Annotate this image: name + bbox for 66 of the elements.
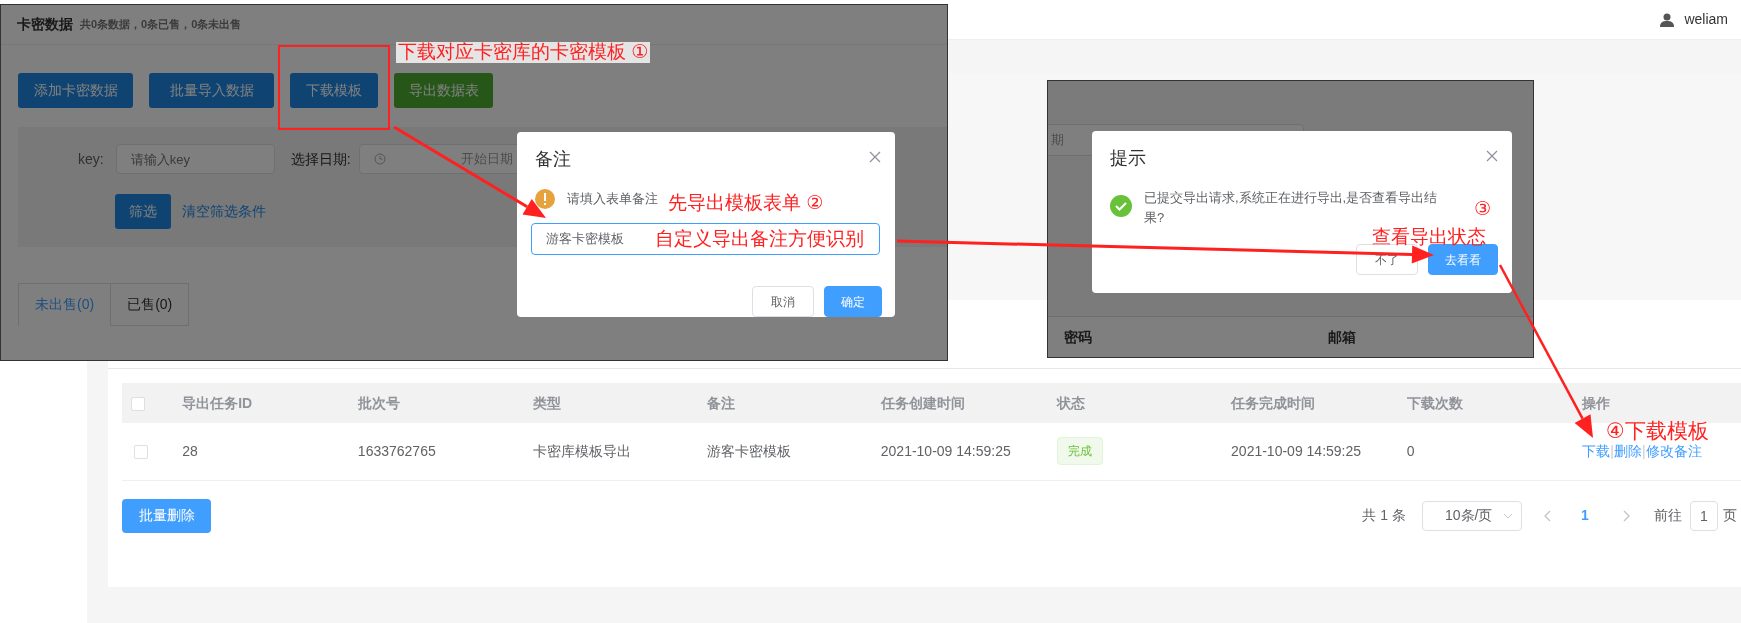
- previous-page-icon[interactable]: [1544, 509, 1552, 522]
- action-link[interactable]: 下载: [1582, 442, 1611, 459]
- table-cell: 0: [1406, 442, 1415, 459]
- dialog-title: 提示: [1110, 147, 1146, 170]
- column-header: 密码: [1064, 328, 1092, 347]
- select-all-checkbox[interactable]: [131, 396, 145, 411]
- table-cell: 2021-10-09 14:59:25: [880, 442, 1011, 459]
- dialog-title: 备注: [535, 148, 571, 171]
- field-label: key:: [78, 149, 104, 169]
- dialog-message: 已提交导出请求,系统正在进行导出,是否查看导出结果?: [1144, 189, 1439, 227]
- panel-summary: 共0条数据，0条已售，0条未出售: [80, 17, 242, 33]
- goto-suffix: 页: [1723, 506, 1737, 525]
- column-header: 任务完成时间: [1231, 394, 1316, 411]
- annotation-text: ③: [1474, 199, 1492, 220]
- separator: |: [1610, 442, 1614, 459]
- table-cell: 2021-10-09 14:59:25: [1231, 442, 1362, 459]
- field-label: 选择日期:: [290, 149, 351, 169]
- clear-filter-link[interactable]: 清空筛选条件: [182, 201, 266, 222]
- column-header: 导出任务ID: [182, 394, 253, 411]
- column-header: 类型: [532, 394, 561, 411]
- column-header: 下载次数: [1406, 394, 1463, 411]
- toolbar-button[interactable]: 下载模板: [290, 73, 378, 108]
- page-input[interactable]: 1: [1690, 500, 1718, 531]
- key-field[interactable]: 请输入key: [115, 144, 275, 174]
- column-header: 批次号: [357, 394, 400, 411]
- row-checkbox[interactable]: [134, 445, 148, 460]
- close-icon: [1486, 150, 1498, 163]
- column-header: 邮箱: [1328, 328, 1356, 347]
- clock-icon: [373, 153, 386, 165]
- close-icon: [869, 151, 881, 164]
- user-name[interactable]: weliam: [1684, 9, 1728, 30]
- page-number[interactable]: 1: [1570, 505, 1600, 526]
- confirm-button[interactable]: 确定: [824, 286, 882, 317]
- toolbar-button[interactable]: 添加卡密数据: [18, 73, 133, 108]
- chevron-icon: [1503, 512, 1513, 519]
- column-header: 备注: [707, 394, 736, 411]
- filter-button[interactable]: 筛选: [115, 194, 171, 229]
- panel-title: 卡密数据: [17, 15, 73, 34]
- annotation-text: 自定义导出备注方便识别: [655, 229, 864, 250]
- goto-label: 前往: [1654, 506, 1682, 525]
- column-header: 任务创建时间: [880, 394, 965, 411]
- batch-delete-button[interactable]: 批量删除: [122, 498, 211, 533]
- warning-icon: [535, 189, 555, 209]
- table-cell: 游客卡密模板: [707, 442, 792, 459]
- annotation-text: 下载对应卡密库的卡密模板 ①: [396, 42, 651, 63]
- next-page-icon[interactable]: [1622, 509, 1630, 522]
- cancel-button[interactable]: 取消: [752, 286, 814, 317]
- success-icon: [1110, 195, 1132, 217]
- total-count: 共 1 条: [1362, 506, 1406, 525]
- column-header: 状态: [1057, 394, 1086, 411]
- annotation-text: ④下载模板: [1606, 419, 1709, 443]
- action-link[interactable]: 删除: [1614, 442, 1642, 459]
- user-icon: [1660, 12, 1675, 27]
- tab[interactable]: 未出售(0): [18, 283, 112, 326]
- toolbar-button[interactable]: 批量导入数据: [149, 73, 274, 108]
- toolbar-button[interactable]: 导出数据表: [394, 73, 493, 108]
- table-cell: 28: [182, 442, 198, 459]
- table-cell: 1633762765: [357, 442, 436, 459]
- separator: |: [1642, 442, 1646, 459]
- tab[interactable]: 已售(0): [111, 283, 190, 326]
- status-tag: 完成: [1057, 437, 1104, 466]
- column-header: 操作: [1582, 394, 1611, 411]
- annotation-text: 先导出模板表单 ②: [668, 193, 824, 214]
- page-size-select[interactable]: 10条/页: [1422, 500, 1522, 531]
- table-cell: 卡密库模板导出: [532, 442, 631, 459]
- dialog-message: 请填入表单备注: [567, 190, 658, 209]
